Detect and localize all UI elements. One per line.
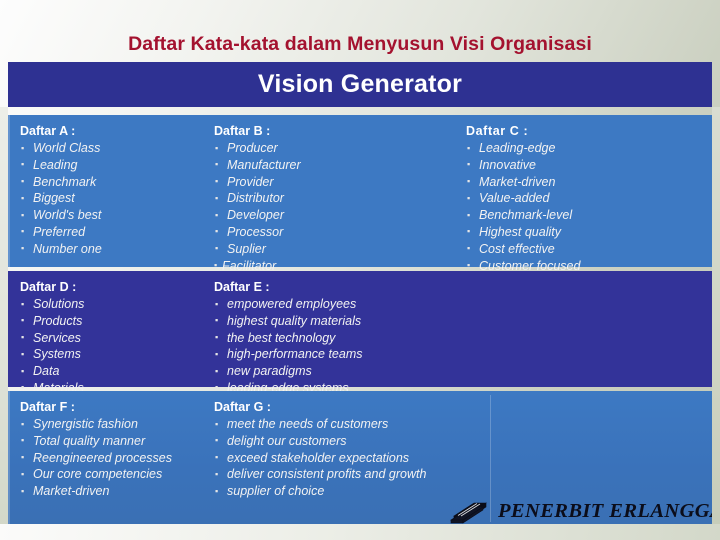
list-heading-c: Daftar C :	[466, 124, 529, 138]
list-item: Suplier	[214, 240, 301, 258]
list-column-e: Daftar E : empowered employees highest q…	[214, 279, 362, 397]
list-heading-g: Daftar G :	[214, 400, 271, 414]
list-band-top: Daftar A : World Class Leading Benchmark…	[8, 115, 712, 274]
list-item: Data	[20, 363, 84, 380]
list-item: the best technology	[214, 329, 362, 347]
list-items-c: Leading-edge Innovative Market-driven Va…	[466, 140, 580, 274]
list-item: Distributor	[214, 190, 301, 207]
banner: Vision Generator	[8, 62, 712, 107]
list-item: high-performance teams	[214, 346, 362, 363]
list-item: Our core competencies	[20, 466, 172, 483]
list-items-e: empowered employees highest quality mate…	[214, 296, 362, 397]
list-heading-d: Daftar D :	[20, 280, 77, 294]
list-item: Number one	[20, 240, 102, 258]
list-item: Synergistic fashion	[20, 416, 172, 433]
list-heading-b: Daftar B :	[214, 124, 271, 138]
list-item: Leading	[20, 156, 102, 174]
list-heading-e: Daftar E :	[214, 280, 270, 294]
list-items-d: Solutions Products Services Systems Data…	[20, 296, 84, 397]
list-items-a: World Class Leading Benchmark Biggest Wo…	[20, 140, 102, 258]
list-item: World Class	[20, 140, 102, 157]
list-item: Systems	[20, 346, 84, 363]
list-item: Solutions	[20, 296, 84, 313]
list-item: exceed stakeholder expectations	[214, 449, 426, 467]
bottom-edge-strip	[0, 524, 720, 540]
list-items-g: meet the needs of customers delight our …	[214, 416, 426, 500]
list-item: Provider	[214, 173, 301, 191]
list-item: new paradigms	[214, 363, 362, 380]
list-band-middle: Daftar D : Solutions Products Services S…	[8, 271, 712, 396]
list-column-d: Daftar D : Solutions Products Services S…	[20, 279, 84, 397]
list-item: Manufacturer	[214, 156, 301, 174]
list-items-f: Synergistic fashion Total quality manner…	[20, 416, 172, 500]
list-item: meet the needs of customers	[214, 416, 426, 433]
list-item: Total quality manner	[20, 432, 172, 450]
list-item: highest quality materials	[214, 312, 362, 330]
list-item: Processor	[214, 223, 301, 241]
list-item: Market-driven	[466, 173, 580, 191]
list-item: Developer	[214, 207, 301, 224]
list-column-b: Daftar B : Producer Manufacturer Provide…	[214, 123, 301, 274]
list-item: Benchmark-level	[466, 207, 580, 224]
page-title: Daftar Kata-kata dalam Menyusun Visi Org…	[128, 33, 592, 55]
list-column-f: Daftar F : Synergistic fashion Total qua…	[20, 399, 172, 500]
list-item: Products	[20, 312, 84, 330]
slide-canvas: Daftar Kata-kata dalam Menyusun Visi Org…	[0, 0, 720, 540]
list-item: Highest quality	[466, 223, 580, 241]
list-item: Services	[20, 329, 84, 347]
list-item: Cost effective	[466, 240, 580, 258]
list-column-a: Daftar A : World Class Leading Benchmark…	[20, 123, 102, 258]
list-item: Market-driven	[20, 483, 172, 500]
list-item: Producer	[214, 140, 301, 157]
list-item: supplier of choice	[214, 483, 426, 500]
list-item: Preferred	[20, 223, 102, 241]
stacked-books-icon	[448, 496, 488, 526]
list-item: empowered employees	[214, 296, 362, 313]
list-item: Innovative	[466, 156, 580, 174]
list-item: Benchmark	[20, 173, 102, 191]
list-column-g: Daftar G : meet the needs of customers d…	[214, 399, 426, 500]
list-item: deliver consistent profits and growth	[214, 466, 426, 483]
left-edge-strip	[0, 107, 8, 540]
banner-title: Vision Generator	[257, 70, 463, 98]
list-heading-a: Daftar A :	[20, 124, 76, 138]
list-item: Leading-edge	[466, 140, 580, 157]
list-item: Reengineered processes	[20, 449, 172, 467]
list-item: Value-added	[466, 190, 580, 207]
list-column-c: Daftar C : Leading-edge Innovative Marke…	[466, 123, 580, 274]
publisher-mark: PENERBIT ERLANGGA	[448, 496, 720, 526]
list-heading-f: Daftar F :	[20, 400, 75, 414]
publisher-name: PENERBIT ERLANGGA	[498, 499, 720, 522]
list-item: delight our customers	[214, 432, 426, 450]
list-item: Biggest	[20, 190, 102, 207]
list-item: World's best	[20, 207, 102, 224]
list-items-b: Producer Manufacturer Provider Distribut…	[214, 140, 301, 274]
right-edge-strip	[712, 107, 720, 540]
